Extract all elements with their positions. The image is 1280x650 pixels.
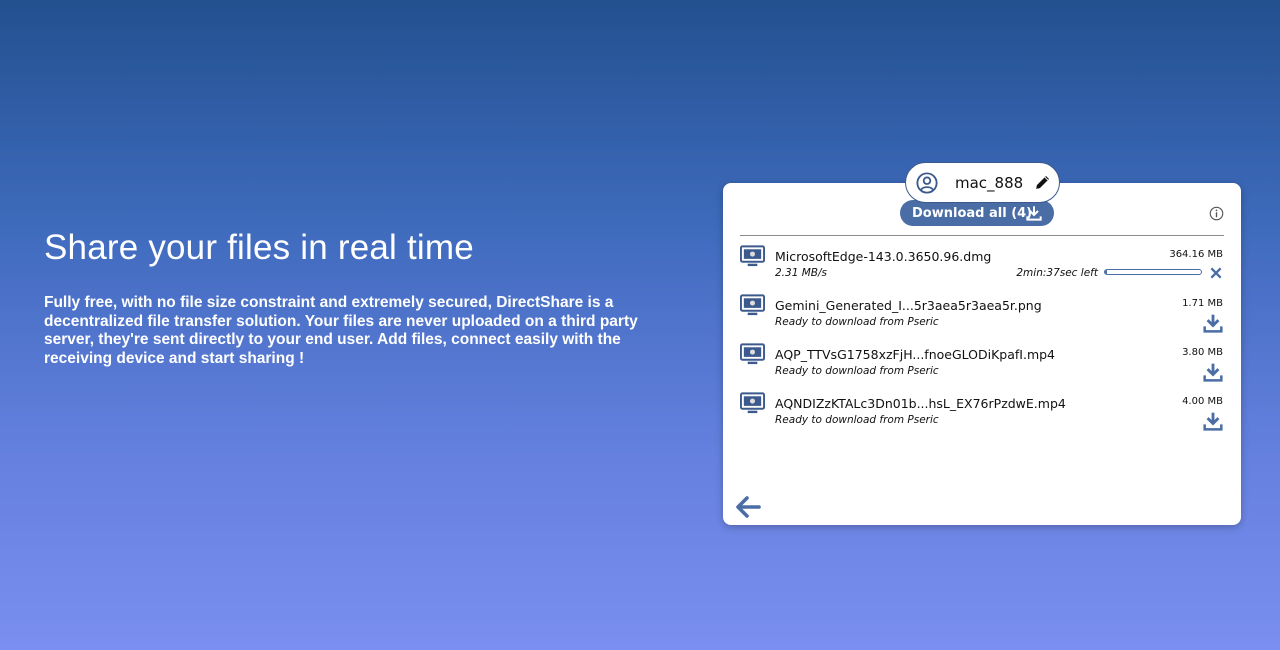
file-row: Gemini_Generated_I...5r3aea5r3aea5r.png … <box>740 292 1226 336</box>
download-icon[interactable] <box>1203 313 1223 333</box>
monitor-icon <box>740 343 765 365</box>
hero-description: Fully free, with no file size constraint… <box>44 294 638 367</box>
progress-fill <box>1105 270 1107 274</box>
file-status: Ready to download from Pseric <box>775 365 939 377</box>
pencil-icon[interactable] <box>1034 173 1052 191</box>
monitor-icon <box>740 245 765 267</box>
progress-bar <box>1104 269 1202 275</box>
transfer-speed: 2.31 MB/s <box>775 267 827 279</box>
info-icon[interactable] <box>1209 206 1224 221</box>
file-row: AQNDIZzKTALc3Dn01b...hsL_EX76rPzdwE.mp4 … <box>740 390 1226 434</box>
username-label: mac_888 <box>955 174 1024 192</box>
file-name: MicrosoftEdge-143.0.3650.96.dmg <box>775 249 992 264</box>
download-all-button[interactable]: Download all (4) <box>900 200 1054 226</box>
file-size: 1.71 MB <box>1182 298 1223 309</box>
file-name: AQNDIZzKTALc3Dn01b...hsL_EX76rPzdwE.mp4 <box>775 396 1066 411</box>
user-circle-icon <box>916 172 938 194</box>
arrow-left-icon[interactable] <box>735 495 761 519</box>
time-remaining: 2min:37sec left <box>1016 267 1098 279</box>
panel-divider <box>740 235 1224 236</box>
file-status: Ready to download from Pseric <box>775 414 939 426</box>
close-icon[interactable] <box>1209 266 1223 280</box>
file-name: Gemini_Generated_I...5r3aea5r3aea5r.png <box>775 298 1042 313</box>
download-all-label: Download all (4) <box>912 206 1033 221</box>
monitor-icon <box>740 392 765 414</box>
download-icon <box>1026 206 1042 221</box>
file-name: AQP_TTVsG1758xzFjH...fnoeGLODiKpafI.mp4 <box>775 347 1056 362</box>
file-size: 4.00 MB <box>1182 396 1223 407</box>
username-pill: mac_888 <box>905 162 1060 203</box>
file-row: AQP_TTVsG1758xzFjH...fnoeGLODiKpafI.mp4 … <box>740 341 1226 385</box>
hero-title: Share your files in real time <box>44 228 474 267</box>
download-icon[interactable] <box>1203 362 1223 382</box>
file-status: Ready to download from Pseric <box>775 316 939 328</box>
file-size: 364.16 MB <box>1169 249 1223 260</box>
file-size: 3.80 MB <box>1182 347 1223 358</box>
file-row: MicrosoftEdge-143.0.3650.96.dmg 364.16 M… <box>740 243 1226 287</box>
download-icon[interactable] <box>1203 411 1223 431</box>
monitor-icon <box>740 294 765 316</box>
